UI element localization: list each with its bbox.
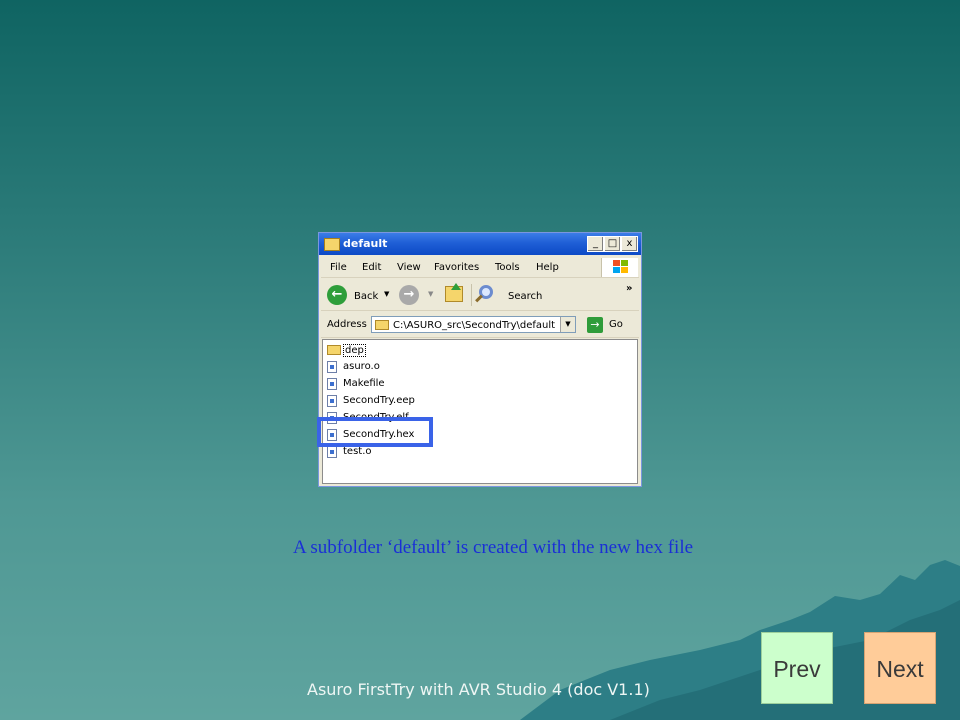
prev-button[interactable]: Prev <box>761 632 833 704</box>
file-name: Makefile <box>343 378 385 389</box>
title-bar[interactable]: default _ □ x <box>319 233 641 255</box>
menu-bar: File Edit View Favorites Tools Help <box>321 257 639 278</box>
list-item[interactable]: dep <box>327 342 527 358</box>
hex-file-highlight <box>317 417 433 447</box>
menu-edit[interactable]: Edit <box>362 262 381 273</box>
search-button[interactable]: Search <box>508 291 542 302</box>
file-name: test.o <box>343 446 372 457</box>
file-list: dep asuro.o Makefile SecondTry.eep Secon… <box>322 339 638 484</box>
toolbar-separator <box>471 284 472 306</box>
back-dropdown-icon[interactable]: ▼ <box>384 290 389 298</box>
menu-file[interactable]: File <box>330 262 347 273</box>
address-input[interactable]: C:\ASURO_src\SecondTry\default ▼ <box>371 316 576 333</box>
address-label: Address <box>327 319 367 330</box>
folder-icon <box>324 238 340 251</box>
menu-view[interactable]: View <box>397 262 421 273</box>
file-name: asuro.o <box>343 361 380 372</box>
windows-logo <box>601 258 638 277</box>
slide-footer: Asuro FirstTry with AVR Studio 4 (doc V1… <box>307 680 650 699</box>
back-arrow-icon[interactable]: ← <box>327 285 347 305</box>
slide-caption: A subfolder ‘default’ is created with th… <box>292 537 694 558</box>
close-button[interactable]: x <box>621 236 638 252</box>
address-dropdown-icon[interactable]: ▼ <box>560 317 575 332</box>
explorer-window: default _ □ x File Edit View Favorites T… <box>318 232 642 487</box>
forward-dropdown-icon[interactable]: ▼ <box>428 290 433 298</box>
file-icon <box>327 361 337 373</box>
next-button[interactable]: Next <box>864 632 936 704</box>
search-icon-handle <box>475 294 483 303</box>
back-button[interactable]: Back <box>354 291 378 302</box>
folder-icon <box>327 345 341 355</box>
file-icon <box>327 378 337 390</box>
toolbar-overflow-chevron[interactable]: » <box>626 283 632 294</box>
maximize-button[interactable]: □ <box>604 236 621 252</box>
menu-favorites[interactable]: Favorites <box>434 262 479 273</box>
file-name: dep <box>343 344 366 357</box>
address-folder-icon <box>375 320 389 330</box>
address-bar: Address C:\ASURO_src\SecondTry\default ▼… <box>321 313 639 338</box>
minimize-button[interactable]: _ <box>587 236 604 252</box>
file-icon <box>327 395 337 407</box>
file-name: SecondTry.eep <box>343 395 415 406</box>
go-arrow-icon[interactable]: → <box>587 317 603 333</box>
menu-help[interactable]: Help <box>536 262 559 273</box>
go-button[interactable]: Go <box>609 319 623 330</box>
forward-arrow-icon[interactable]: → <box>399 285 419 305</box>
address-value: C:\ASURO_src\SecondTry\default <box>393 320 556 331</box>
window-title: default <box>343 237 388 250</box>
file-icon <box>327 446 337 458</box>
list-item[interactable]: Makefile <box>327 376 527 392</box>
list-item[interactable]: asuro.o <box>327 359 527 375</box>
menu-tools[interactable]: Tools <box>495 262 520 273</box>
list-item[interactable]: SecondTry.eep <box>327 393 527 409</box>
windows-flag-icon <box>613 260 628 273</box>
folder-up-icon[interactable] <box>445 283 463 302</box>
toolbar: ← Back ▼ → ▼ Search » <box>321 280 639 311</box>
